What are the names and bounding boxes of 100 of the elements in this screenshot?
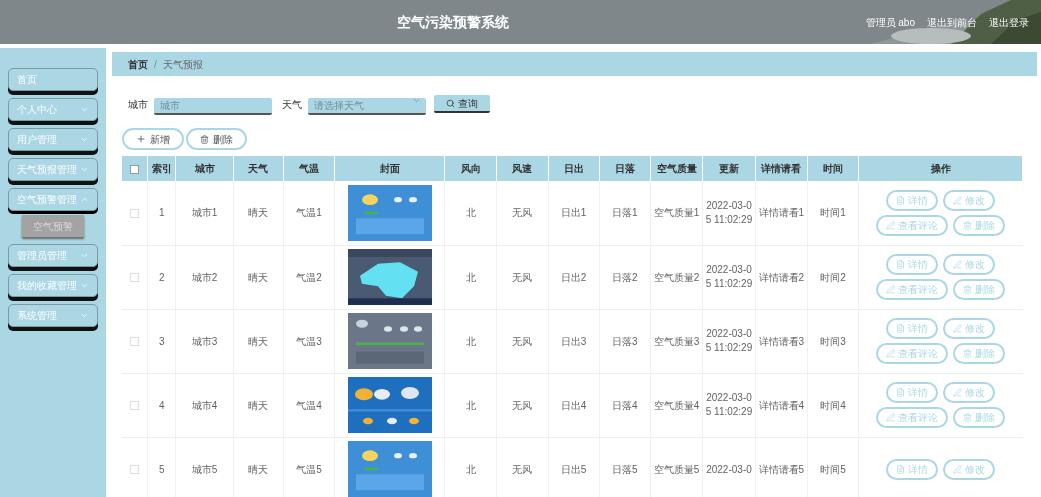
- breadcrumb-separator: /: [154, 57, 157, 72]
- table-cell: 2: [159, 271, 165, 283]
- row-action-button[interactable]: 详情: [886, 254, 939, 275]
- table-cell: 日落3: [612, 335, 638, 347]
- chevron-icon: [80, 311, 89, 320]
- table-cell: 空气质量2: [653, 271, 700, 283]
- column-header: 索引: [151, 163, 172, 174]
- row-action-button[interactable]: 删除: [953, 214, 1006, 236]
- row-action-button[interactable]: 查看评论: [876, 343, 949, 364]
- column-header: 日落: [614, 163, 635, 174]
- column-header: 空气质量: [656, 163, 697, 174]
- table-cell: 空气质量4: [653, 399, 700, 411]
- table-cell: 日落1: [612, 207, 638, 219]
- table-cell: 城市3: [191, 335, 218, 347]
- input-field[interactable]: 城市: [154, 98, 272, 115]
- row-action-button[interactable]: 修改: [943, 189, 996, 211]
- trash-icon: [200, 134, 209, 144]
- chevron-icon: [80, 251, 89, 260]
- row-action-button[interactable]: 查看评论: [876, 214, 949, 236]
- edit-icon: [953, 195, 963, 205]
- row-action-button[interactable]: 删除: [953, 407, 1006, 428]
- row-action-button[interactable]: 修改: [943, 458, 996, 480]
- table-cell: 晴天: [248, 399, 269, 411]
- toolbar-button[interactable]: 删除: [186, 128, 247, 150]
- table-cell: 城市2: [191, 271, 218, 283]
- table-cell: 3: [159, 335, 165, 347]
- chevron-icon: [80, 281, 89, 290]
- document-icon: [896, 324, 906, 333]
- edit-icon: [886, 413, 896, 422]
- edit-icon: [886, 220, 896, 230]
- edit-icon: [886, 285, 896, 294]
- column-header: 气温: [299, 163, 320, 174]
- trash-icon: [963, 220, 973, 230]
- table-cell-text: 2022-03-0: [705, 462, 753, 477]
- table-cell: 晴天: [248, 207, 269, 219]
- table-cell: 日出4: [560, 399, 587, 411]
- table-cell: 日落2: [612, 271, 638, 283]
- chevron-icon: [80, 195, 89, 204]
- edit-icon: [953, 464, 963, 474]
- table-cell: 时间2: [820, 271, 846, 283]
- table-cell: 日出2: [560, 271, 587, 283]
- row-action-button[interactable]: 详情: [886, 189, 939, 211]
- row-action-button[interactable]: 详情: [886, 318, 939, 339]
- trash-icon: [963, 285, 973, 294]
- table-cell: 气温1: [296, 207, 322, 219]
- table-cell: 2022-03-05 11:02:29: [704, 198, 754, 227]
- edit-icon: [953, 388, 963, 397]
- toolbar-button[interactable]: 新增: [122, 128, 184, 150]
- chevron-icon: [80, 165, 89, 174]
- document-icon: [896, 195, 906, 205]
- chevron-icon: [80, 105, 89, 114]
- breadcrumb-link[interactable]: 首页: [128, 56, 148, 72]
- table-cell: 无风: [512, 463, 533, 475]
- table-cell: 2022-03-05 11:02:29: [704, 391, 754, 419]
- search-button[interactable]: 查询: [434, 95, 490, 113]
- chevron-icon: [80, 135, 89, 144]
- table-cell: 空气质量3: [653, 335, 700, 347]
- table-cell: 晴天: [248, 335, 269, 347]
- row-action-button[interactable]: 修改: [943, 254, 996, 275]
- table-cell: 北: [465, 463, 476, 475]
- row-action-button[interactable]: 删除: [953, 279, 1006, 300]
- edit-icon: [953, 260, 963, 269]
- table-cell: 详情请看3: [758, 335, 805, 347]
- document-icon: [896, 260, 906, 269]
- table-cell: 北: [465, 207, 476, 219]
- plus-icon: [136, 134, 146, 144]
- table-cell: 日落4: [612, 399, 638, 411]
- chevron-icon: [412, 96, 421, 105]
- table-cell: 详情请看1: [758, 207, 805, 219]
- row-action-button[interactable]: 删除: [953, 343, 1006, 364]
- column-header: 更新: [719, 163, 739, 174]
- table-cell: 北: [465, 335, 476, 347]
- header-link[interactable]: 退出到前台: [927, 14, 977, 30]
- trash-icon: [963, 413, 973, 422]
- column-header: 天气: [248, 163, 269, 174]
- menu-item[interactable]: 空气预警管理: [8, 188, 98, 211]
- trash-icon: [963, 349, 973, 358]
- table-cell: 时间5: [820, 463, 846, 475]
- table-cell: 2022-03-05 11:02:29: [704, 263, 754, 291]
- row-action-button[interactable]: 查看评论: [876, 407, 949, 428]
- table-cell: 北: [465, 399, 476, 411]
- table-cell: 时间4: [820, 399, 846, 411]
- table-cell: 气温2: [296, 271, 322, 283]
- row-action-button[interactable]: 详情: [886, 382, 939, 403]
- table-cell: 日出1: [560, 207, 587, 219]
- table-cell: 详情请看2: [758, 271, 805, 283]
- table-cell: 晴天: [248, 271, 269, 283]
- checkbox[interactable]: [130, 164, 140, 174]
- row-action-button[interactable]: 详情: [886, 458, 939, 480]
- search-icon: [446, 98, 455, 108]
- select-field[interactable]: 请选择天气: [308, 98, 426, 115]
- table-cell: 气温4: [296, 399, 322, 411]
- row-action-button[interactable]: 查看评论: [876, 279, 949, 300]
- row-action-button[interactable]: 修改: [943, 382, 996, 403]
- table-cell: 城市1: [191, 207, 218, 219]
- table-cell: 城市4: [191, 399, 218, 411]
- column-header: 风向: [460, 163, 481, 174]
- user-name: 管理员 abo: [865, 15, 915, 30]
- breadcrumb-link[interactable]: 天气预报: [162, 56, 203, 72]
- row-action-button[interactable]: 修改: [943, 318, 996, 339]
